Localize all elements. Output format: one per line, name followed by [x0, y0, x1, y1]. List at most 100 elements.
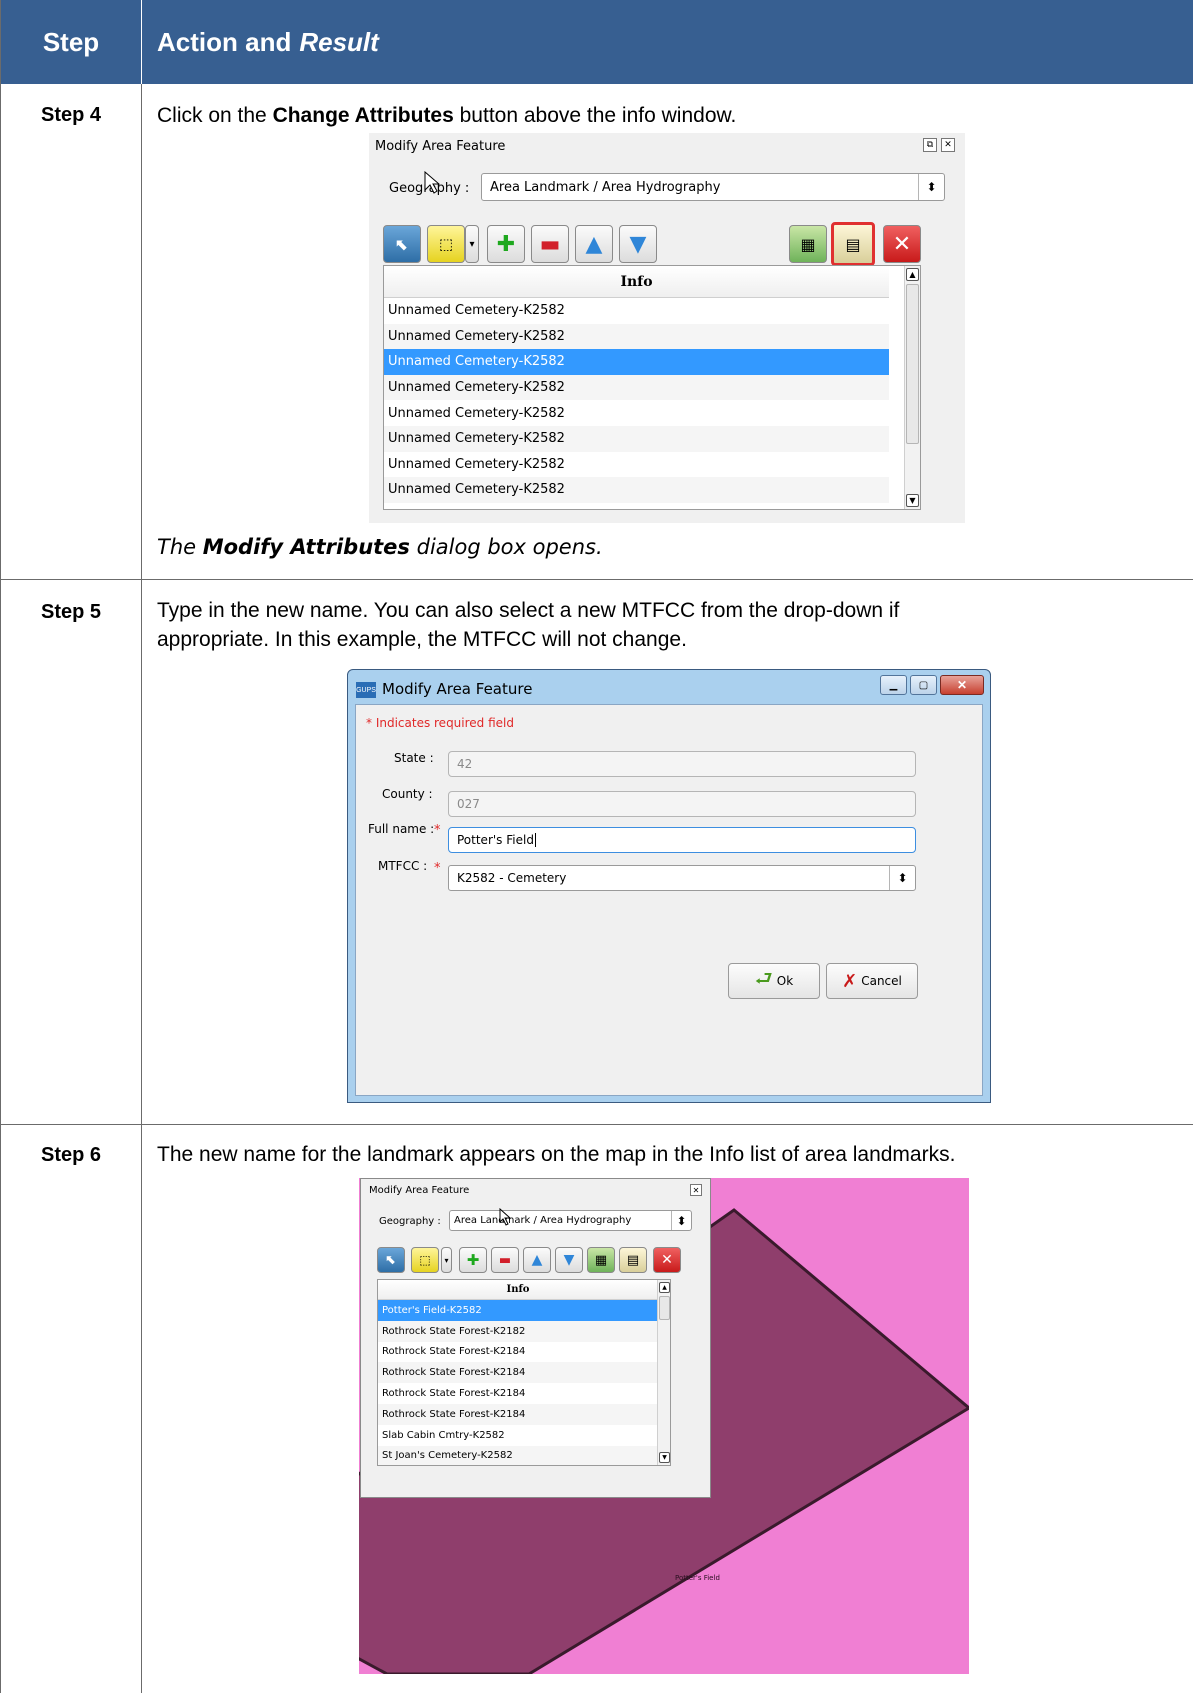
list-item[interactable]: Rothrock State Forest-K2184	[378, 1362, 657, 1384]
list-item[interactable]: Rothrock State Forest-K2184	[378, 1404, 657, 1425]
scroll-down-icon[interactable]: ▼	[906, 494, 919, 507]
geography-value: Area Landmark / Area Hydrography	[454, 1215, 632, 1226]
panel-window-controls: ⧉ ✕	[923, 138, 955, 152]
add-feature-button[interactable]: ✚	[487, 225, 525, 263]
select-dropdown-button[interactable]: ▾	[441, 1247, 452, 1273]
zoom-to-map-button[interactable]: ▦	[587, 1247, 615, 1273]
minus-icon: ▬	[498, 1252, 512, 1268]
scroll-thumb[interactable]	[659, 1296, 670, 1320]
info-list[interactable]: Info Potter's Field-K2582 Rothrock State …	[377, 1279, 671, 1466]
select-rectangle-button[interactable]: ⬚	[427, 225, 465, 263]
list-item[interactable]: Unnamed Cemetery-K2582	[384, 298, 889, 324]
list-item[interactable]: Rothrock State Forest-K2184	[378, 1383, 657, 1404]
step6-instruction: The new name for the landmark appears on…	[157, 1143, 956, 1166]
minimize-button[interactable]: ▁	[880, 675, 907, 695]
pointer-icon: ⬉	[395, 234, 409, 254]
list-item[interactable]: St Joan's Cemetery-K2582	[378, 1445, 657, 1465]
row-divider-5-6	[1, 1124, 1193, 1125]
minus-icon: ▬	[539, 231, 561, 257]
list-item[interactable]: Unnamed Cemetery-K2582	[384, 349, 889, 375]
list-item[interactable]: Unnamed Cemetery-K2582	[384, 477, 889, 503]
cancel-button[interactable]: ✗ Cancel	[826, 963, 918, 999]
table-edit-icon: ▤	[845, 234, 861, 254]
dialog-title: Modify Area Feature	[382, 680, 533, 698]
select-feature-button[interactable]: ⬉	[377, 1247, 405, 1273]
step4-result: The Modify Attributes dialog box opens.	[157, 535, 603, 559]
step6-modify-panel: Modify Area Feature ✕ Geography : Area L…	[360, 1178, 711, 1498]
float-icon[interactable]: ⧉	[923, 138, 937, 152]
cancel-label: Cancel	[861, 974, 902, 988]
step4-instruction: Click on the Change Attributes button ab…	[157, 101, 736, 130]
chevron-updown-icon: ⬍	[918, 174, 944, 200]
required-note: * Indicates required field	[366, 716, 515, 730]
result-bold: Modify Attributes	[202, 535, 410, 559]
table-header: Step Action and Result	[1, 0, 1193, 84]
return-arrow-icon: ⮐	[754, 966, 773, 990]
cancel-x-icon: ✗	[842, 970, 858, 992]
triangle-up-icon: ▲	[585, 231, 603, 257]
change-attributes-button[interactable]: ▤	[619, 1247, 647, 1273]
map-icon: ▦	[800, 234, 816, 254]
header-action: Action and Result	[157, 0, 379, 84]
info-scrollbar[interactable]: ▲ ▼	[904, 266, 920, 509]
maximize-button[interactable]: ▢	[910, 675, 937, 695]
list-item[interactable]: Unnamed Cemetery-K2582	[384, 400, 889, 426]
step6-label: Step 6	[40, 1144, 102, 1166]
info-list[interactable]: Info Unnamed Cemetery-K2582 Unnamed Cemet…	[383, 265, 921, 510]
select-dropdown-button[interactable]: ▾	[465, 225, 479, 263]
change-attributes-button[interactable]: ▤	[831, 222, 875, 266]
list-item[interactable]: Rothrock State Forest-K2182	[378, 1320, 657, 1342]
list-item[interactable]: Rothrock State Forest-K2184	[378, 1342, 657, 1363]
move-up-button[interactable]: ▲	[523, 1247, 551, 1273]
close-panel-button[interactable]: ✕	[653, 1247, 681, 1273]
list-item[interactable]: Potter's Field-K2582	[378, 1300, 657, 1321]
delete-feature-button[interactable]: ▬	[531, 225, 569, 263]
ok-button[interactable]: ⮐ Ok	[728, 963, 820, 999]
step5-instruction: Type in the new name. You can also selec…	[157, 596, 899, 654]
mtfcc-select[interactable]: K2582 - Cemetery ⬍	[448, 865, 916, 891]
select-feature-button[interactable]: ⬉	[383, 225, 421, 263]
zoom-to-map-button[interactable]: ▦	[789, 225, 827, 263]
close-icon[interactable]: ✕	[690, 1184, 702, 1196]
close-panel-button[interactable]: ✕	[883, 225, 921, 263]
fullname-value: Potter's Field	[457, 833, 534, 847]
scroll-up-icon[interactable]: ▲	[659, 1282, 670, 1293]
list-item[interactable]: Unnamed Cemetery-K2582	[384, 452, 889, 478]
list-item[interactable]: Unnamed Cemetery-K2582	[384, 374, 889, 401]
scroll-up-icon[interactable]: ▲	[906, 268, 919, 281]
move-up-button[interactable]: ▲	[575, 225, 613, 263]
county-label: County :	[382, 787, 433, 801]
column-divider	[141, 84, 142, 1693]
list-item[interactable]: Slab Cabin Cmtry-K2582	[378, 1425, 657, 1446]
x-icon: ✕	[661, 1252, 673, 1268]
step4-text-after: button above the info window.	[453, 104, 737, 127]
panel-title: Modify Area Feature	[369, 1185, 470, 1196]
info-header: Info	[378, 1280, 658, 1300]
close-window-button[interactable]: ✕	[940, 675, 984, 695]
add-feature-button[interactable]: ✚	[459, 1247, 487, 1273]
caret-down-icon: ▾	[469, 238, 475, 250]
move-down-button[interactable]: ▼	[555, 1247, 583, 1273]
list-item[interactable]: Unnamed Cemetery-K2582	[384, 323, 889, 350]
fullname-required-star: *	[434, 823, 441, 838]
info-scrollbar[interactable]: ▲ ▼	[657, 1280, 670, 1465]
state-field[interactable]: 42	[448, 751, 916, 777]
scroll-down-icon[interactable]: ▼	[659, 1452, 670, 1463]
move-down-button[interactable]: ▼	[619, 225, 657, 263]
county-field[interactable]: 027	[448, 791, 916, 817]
list-item[interactable]: Unnamed Cemetery-K2582	[384, 426, 889, 452]
state-value: 42	[457, 757, 473, 771]
result-prefix: The	[157, 535, 203, 559]
geography-select[interactable]: Area Landmark / Area Hydrography ⬍	[481, 173, 945, 201]
rect-select-icon: ⬚	[419, 1253, 431, 1267]
delete-feature-button[interactable]: ▬	[491, 1247, 519, 1273]
mtfcc-label: MTFCC :	[378, 859, 428, 873]
triangle-down-icon: ▼	[629, 231, 647, 257]
dialog-window-controls: ▁ ▢ ✕	[880, 675, 984, 695]
rect-select-icon: ⬚	[438, 235, 454, 253]
geography-select[interactable]: Area Landmark / Area Hydrography ⬍	[449, 1210, 692, 1231]
select-rectangle-button[interactable]: ⬚	[411, 1247, 439, 1273]
scroll-thumb[interactable]	[906, 284, 919, 444]
close-icon[interactable]: ✕	[941, 138, 955, 152]
fullname-input[interactable]: Potter's Field	[448, 827, 916, 853]
